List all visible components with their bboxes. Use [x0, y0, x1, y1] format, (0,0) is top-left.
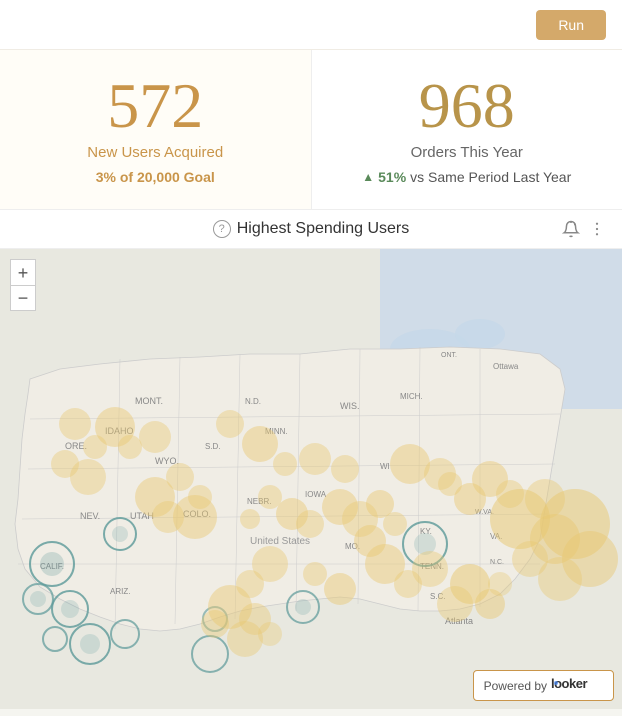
orders-number: 968: [419, 74, 515, 138]
looker-logo: looker: [551, 676, 603, 695]
map-svg: ORE. IDAHO WYO. S.D. MINN. MONT. N.D. WI…: [0, 249, 622, 709]
svg-text:N.C.: N.C.: [490, 559, 504, 566]
map-title-text: Highest Spending Users: [237, 220, 410, 238]
zoom-in-button[interactable]: +: [10, 259, 36, 285]
svg-text:S.D.: S.D.: [205, 442, 221, 451]
run-button[interactable]: Run: [536, 10, 606, 40]
map-section: ? Highest Spending Users: [0, 210, 622, 716]
powered-by-text: Powered by: [484, 679, 547, 693]
orders-trend: ▲ 51% vs Same Period Last Year: [362, 169, 571, 185]
map-actions: [562, 220, 606, 238]
top-bar: Run: [0, 0, 622, 50]
info-icon: ?: [213, 220, 231, 238]
trend-label: vs Same Period Last Year: [410, 169, 571, 185]
map-container: + −: [0, 249, 622, 709]
new-users-goal: 3% of 20,000 Goal: [96, 169, 215, 185]
map-header: ? Highest Spending Users: [0, 210, 622, 249]
trend-arrow-icon: ▲: [362, 170, 374, 184]
trend-percentage: 51%: [378, 169, 406, 185]
svg-text:WIS.: WIS.: [340, 401, 360, 411]
svg-text:N.D.: N.D.: [245, 397, 261, 406]
svg-text:MICH.: MICH.: [400, 392, 423, 401]
svg-text:MONT.: MONT.: [135, 396, 163, 406]
svg-text:NEV.: NEV.: [80, 511, 100, 521]
powered-by-badge: Powered by looker: [473, 670, 614, 701]
zoom-controls: + −: [10, 259, 36, 311]
alert-button[interactable]: [562, 220, 580, 238]
new-users-card: 572 New Users Acquired 3% of 20,000 Goal: [0, 50, 312, 209]
svg-text:Ottawa: Ottawa: [493, 362, 519, 371]
svg-text:ARIZ.: ARIZ.: [110, 587, 130, 596]
map-title: ? Highest Spending Users: [213, 220, 410, 238]
more-options-button[interactable]: [588, 220, 606, 238]
new-users-label: New Users Acquired: [87, 144, 223, 161]
orders-card: 968 Orders This Year ▲ 51% vs Same Perio…: [312, 50, 622, 209]
metrics-row: 572 New Users Acquired 3% of 20,000 Goal…: [0, 50, 622, 210]
zoom-out-button[interactable]: −: [10, 285, 36, 311]
new-users-number: 572: [107, 74, 203, 138]
orders-label: Orders This Year: [411, 144, 523, 161]
svg-text:United States: United States: [250, 536, 310, 547]
svg-text:IOWA: IOWA: [305, 490, 327, 499]
svg-text:ONT.: ONT.: [441, 352, 457, 359]
svg-text:WI: WI: [380, 462, 390, 471]
